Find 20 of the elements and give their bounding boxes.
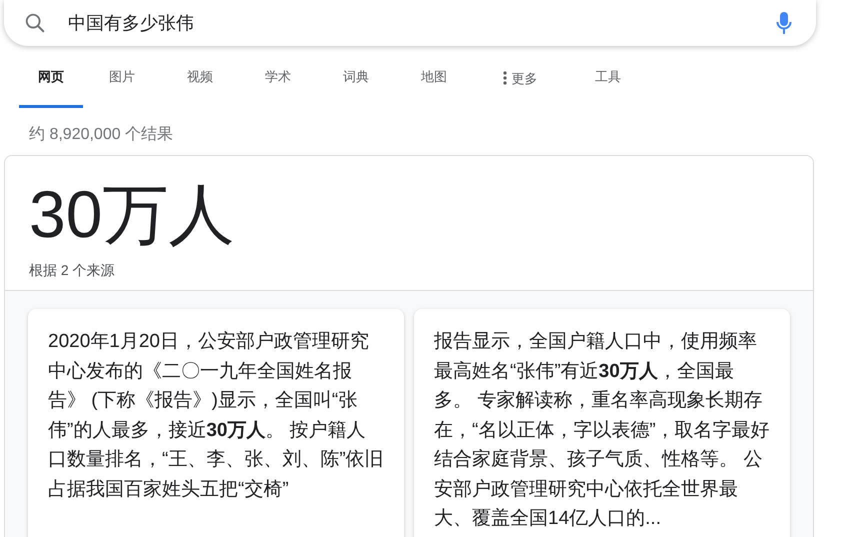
answer-headline: 30万人: [29, 176, 236, 253]
tools-tab[interactable]: 工具: [569, 68, 647, 108]
more-icon: [502, 71, 506, 85]
search-bar[interactable]: 中国有多少张伟: [4, 0, 816, 46]
tab[interactable]: 地图: [395, 68, 473, 108]
source-card[interactable]: 报告显示，全国户籍人口中，使用频率最高姓名“张伟”有近30万人，全国最多。 专家解读称，重名率高现象长期存在，“名以正体，字以表德”，取名字最好结合家庭背景、孩子气质、性格等。 公安部户政管理研究中心依托全世界最大、覆盖全国14亿人口的...: [414, 309, 790, 537]
tab[interactable]: 视频: [161, 68, 239, 108]
more-tab[interactable]: 更多: [475, 68, 565, 108]
tab[interactable]: 图片: [83, 68, 161, 108]
result-count: 约 8,920,000 个结果: [29, 124, 174, 145]
search-icon: [24, 12, 46, 34]
tab[interactable]: 学术: [239, 68, 317, 108]
source-snippet: 报告显示，全国户籍人口中，使用频率最高姓名“张伟”有近30万人，全国最多。 专家解读称，重名率高现象长期存在，“名以正体，字以表德”，取名字最好结合家庭背景、孩子气质、性格等。 公安部户政管理研究中心依托全世界最大、覆盖全国14亿人口的...: [434, 330, 770, 531]
tab[interactable]: 词典: [317, 68, 395, 108]
search-query: 中国有多少张伟: [68, 12, 195, 35]
source-snippet: 2020年1月20日，公安部户政管理研究中心发布的《二〇一九年全国姓名报告》 (下称《报告》)显示，全国叫“张伟”的人最多，接近30万人。 按户籍人口数量排名，“王、李、张、刘、陈”依旧占据我国百家姓头五把“交椅”: [48, 330, 384, 502]
tab[interactable]: 网页: [19, 68, 83, 108]
microphone-icon[interactable]: [776, 11, 792, 35]
source-card[interactable]: 2020年1月20日，公安部户政管理研究中心发布的《二〇一九年全国姓名报告》 (下称《报告》)显示，全国叫“张伟”的人最多，接近30万人。 按户籍人口数量排名，“王、李、张、刘、陈”依旧占据我国百家姓头五把“交椅”: [28, 309, 404, 537]
source-count: 根据 2 个来源: [29, 262, 116, 280]
